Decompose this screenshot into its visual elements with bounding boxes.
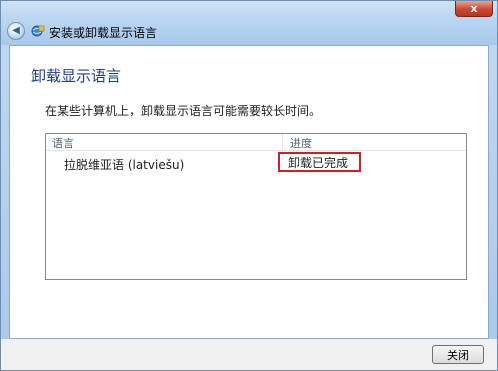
back-button[interactable]: ◀	[7, 22, 25, 40]
dialog-window: ◀ 安装或卸载显示语言 x 卸载显示语言 在某些计算机上，卸载显示语言可能需要较…	[0, 0, 498, 371]
footer-bar	[1, 339, 497, 370]
title-bar: ◀ 安装或卸载显示语言 x	[1, 1, 497, 45]
close-icon: x	[470, 2, 478, 15]
status-text: 卸载已完成	[288, 155, 349, 170]
content-panel: 卸载显示语言 在某些计算机上，卸载显示语言可能需要较长时间。 语言 进度 拉脱维…	[9, 45, 489, 339]
back-arrow-icon: ◀	[12, 25, 20, 36]
window-title: 安装或卸载显示语言	[49, 26, 158, 40]
column-divider[interactable]	[282, 134, 283, 150]
language-icon	[31, 25, 45, 37]
list-header: 语言 进度	[46, 134, 466, 151]
language-name: 拉脱维亚语 (latviešu)	[64, 158, 185, 172]
status-cell: 卸载已完成	[278, 152, 361, 172]
column-header-language[interactable]: 语言	[52, 135, 74, 151]
list-item[interactable]: 拉脱维亚语 (latviešu) 卸载已完成	[46, 152, 466, 174]
window-close-button[interactable]: x	[455, 1, 493, 17]
page-title: 卸载显示语言	[31, 67, 122, 85]
language-list[interactable]: 语言 进度 拉脱维亚语 (latviešu) 卸载已完成	[45, 133, 467, 280]
info-text: 在某些计算机上，卸载显示语言可能需要较长时间。	[45, 104, 322, 118]
close-button[interactable]: 关闭	[432, 345, 484, 364]
column-header-progress[interactable]: 进度	[290, 135, 312, 151]
